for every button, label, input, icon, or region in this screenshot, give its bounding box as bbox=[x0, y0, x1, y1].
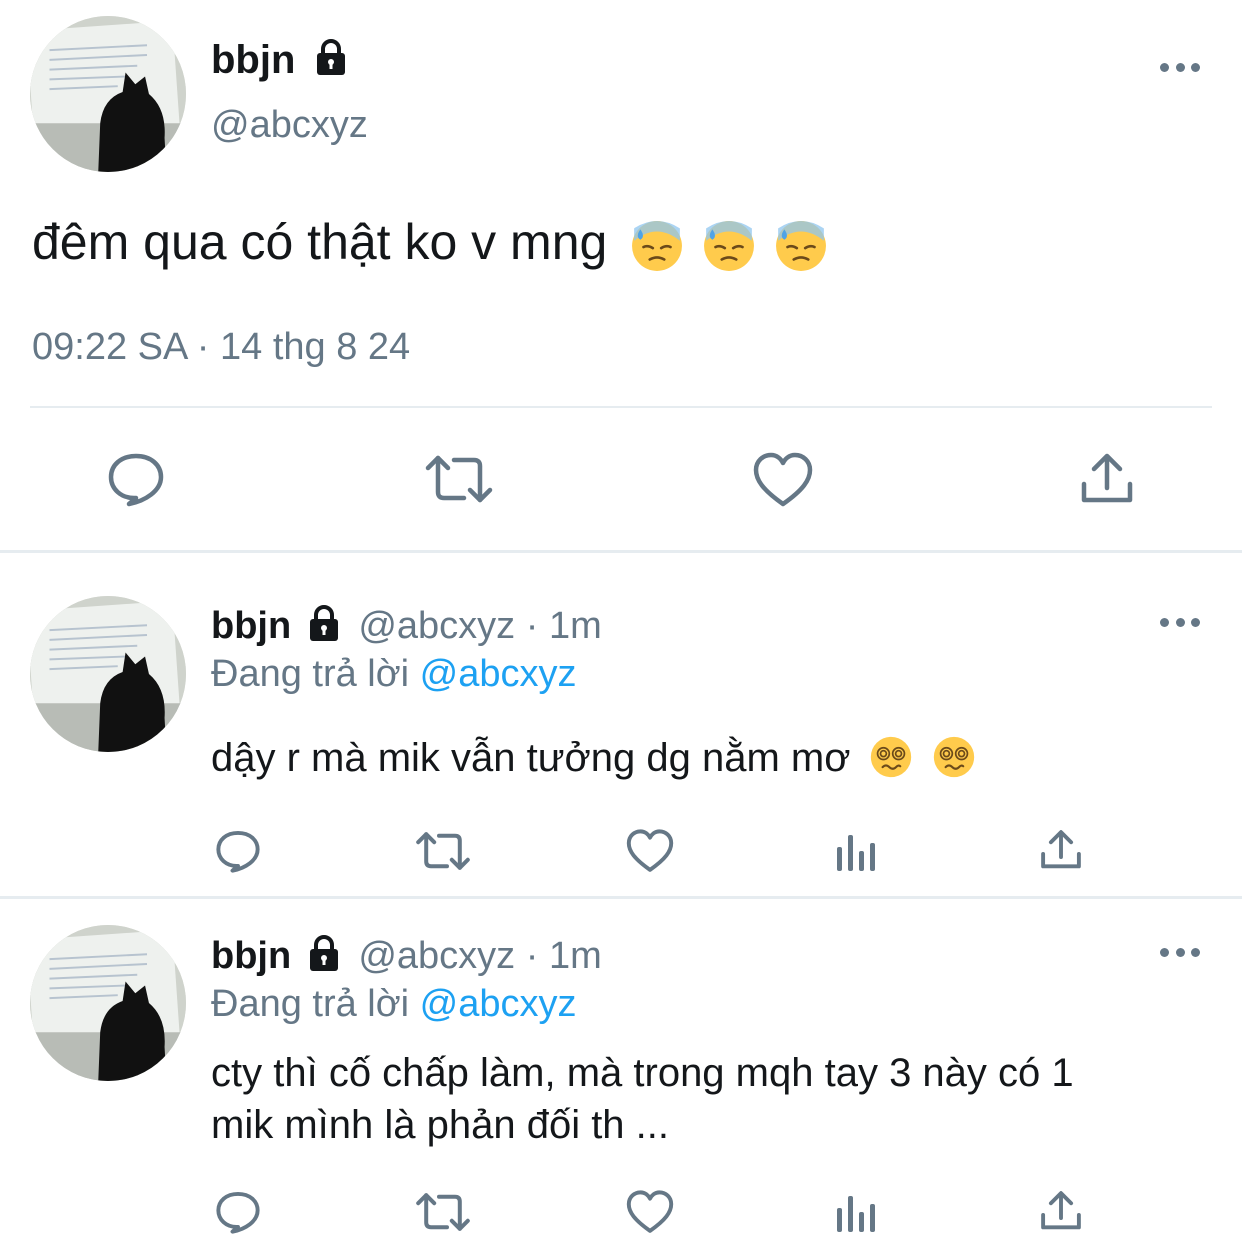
replying-to-link[interactable]: @abcxyz bbox=[420, 983, 577, 1025]
dizzy-emoji-icon bbox=[932, 736, 975, 779]
reply-time: 1m bbox=[548, 605, 602, 647]
analytics-icon[interactable] bbox=[835, 1194, 877, 1232]
reply-icon[interactable] bbox=[215, 829, 261, 873]
replying-prefix: Đang trả lời bbox=[211, 983, 410, 1025]
share-icon[interactable] bbox=[1040, 1190, 1082, 1232]
reply-text-line: mik mình là phản đối th ... bbox=[211, 1103, 670, 1147]
reply-icon[interactable] bbox=[215, 1190, 261, 1234]
author-handle: @abcxyz bbox=[358, 605, 516, 647]
reply-header[interactable]: bbjn @abcxyz · 1m bbox=[211, 933, 602, 979]
lock-icon bbox=[314, 39, 347, 78]
replying-to: Đang trả lời @abcxyz bbox=[211, 981, 577, 1027]
divider bbox=[0, 896, 1242, 899]
divider bbox=[30, 406, 1212, 408]
reply-text: cty thì cố chấp làm, mà trong mqh tay 3 … bbox=[211, 1047, 1074, 1151]
tweet-timestamp[interactable]: 09:22 SA · 14 thg 8 24 bbox=[32, 324, 410, 370]
avatar[interactable] bbox=[30, 16, 186, 172]
retweet-icon[interactable] bbox=[415, 1190, 471, 1234]
analytics-icon[interactable] bbox=[835, 833, 877, 871]
sweat-emoji-icon bbox=[631, 219, 684, 272]
share-icon[interactable] bbox=[1040, 829, 1082, 871]
share-icon[interactable] bbox=[1080, 452, 1134, 506]
reply-time: 1m bbox=[548, 935, 602, 977]
more-icon[interactable] bbox=[1160, 946, 1200, 958]
reply-text-line: dậy r mà mik vẫn tưởng dg nằm mơ bbox=[211, 736, 851, 780]
avatar-image bbox=[30, 596, 186, 752]
retweet-icon[interactable] bbox=[415, 829, 471, 873]
tweet-text-content: đêm qua có thật ko v mng bbox=[32, 214, 608, 270]
sweat-emoji-icon bbox=[775, 219, 828, 272]
author-handle: @abcxyz bbox=[358, 935, 516, 977]
lock-icon bbox=[307, 604, 340, 643]
avatar[interactable] bbox=[30, 596, 186, 752]
like-icon[interactable] bbox=[626, 829, 674, 873]
avatar[interactable] bbox=[30, 925, 186, 1081]
reply-text-line: cty thì cố chấp làm, mà trong mqh tay 3 … bbox=[211, 1051, 1074, 1095]
author-name-row[interactable]: bbjn bbox=[211, 36, 349, 84]
separator-dot: · bbox=[525, 935, 539, 977]
author-handle[interactable]: @abcxyz bbox=[211, 102, 368, 148]
retweet-icon[interactable] bbox=[424, 452, 494, 506]
tweet-text: đêm qua có thật ko v mng bbox=[32, 212, 828, 272]
replying-to: Đang trả lời @abcxyz bbox=[211, 651, 577, 697]
lock-icon bbox=[307, 934, 340, 973]
dizzy-emoji-icon bbox=[869, 736, 912, 779]
more-icon[interactable] bbox=[1160, 61, 1200, 73]
reply-text: dậy r mà mik vẫn tưởng dg nằm mơ bbox=[211, 733, 975, 783]
reply-icon[interactable] bbox=[107, 451, 165, 507]
avatar-image bbox=[30, 16, 186, 172]
replying-prefix: Đang trả lời bbox=[211, 653, 410, 695]
separator-dot: · bbox=[525, 605, 539, 647]
divider bbox=[0, 550, 1242, 553]
reply-header[interactable]: bbjn @abcxyz · 1m bbox=[211, 603, 602, 649]
sweat-emoji-icon bbox=[703, 219, 756, 272]
display-name: bbjn bbox=[211, 38, 296, 82]
more-icon[interactable] bbox=[1160, 616, 1200, 628]
avatar-image bbox=[30, 925, 186, 1081]
like-icon[interactable] bbox=[753, 452, 813, 508]
replying-to-link[interactable]: @abcxyz bbox=[420, 653, 577, 695]
display-name: bbjn bbox=[211, 605, 292, 647]
like-icon[interactable] bbox=[626, 1190, 674, 1234]
display-name: bbjn bbox=[211, 935, 292, 977]
